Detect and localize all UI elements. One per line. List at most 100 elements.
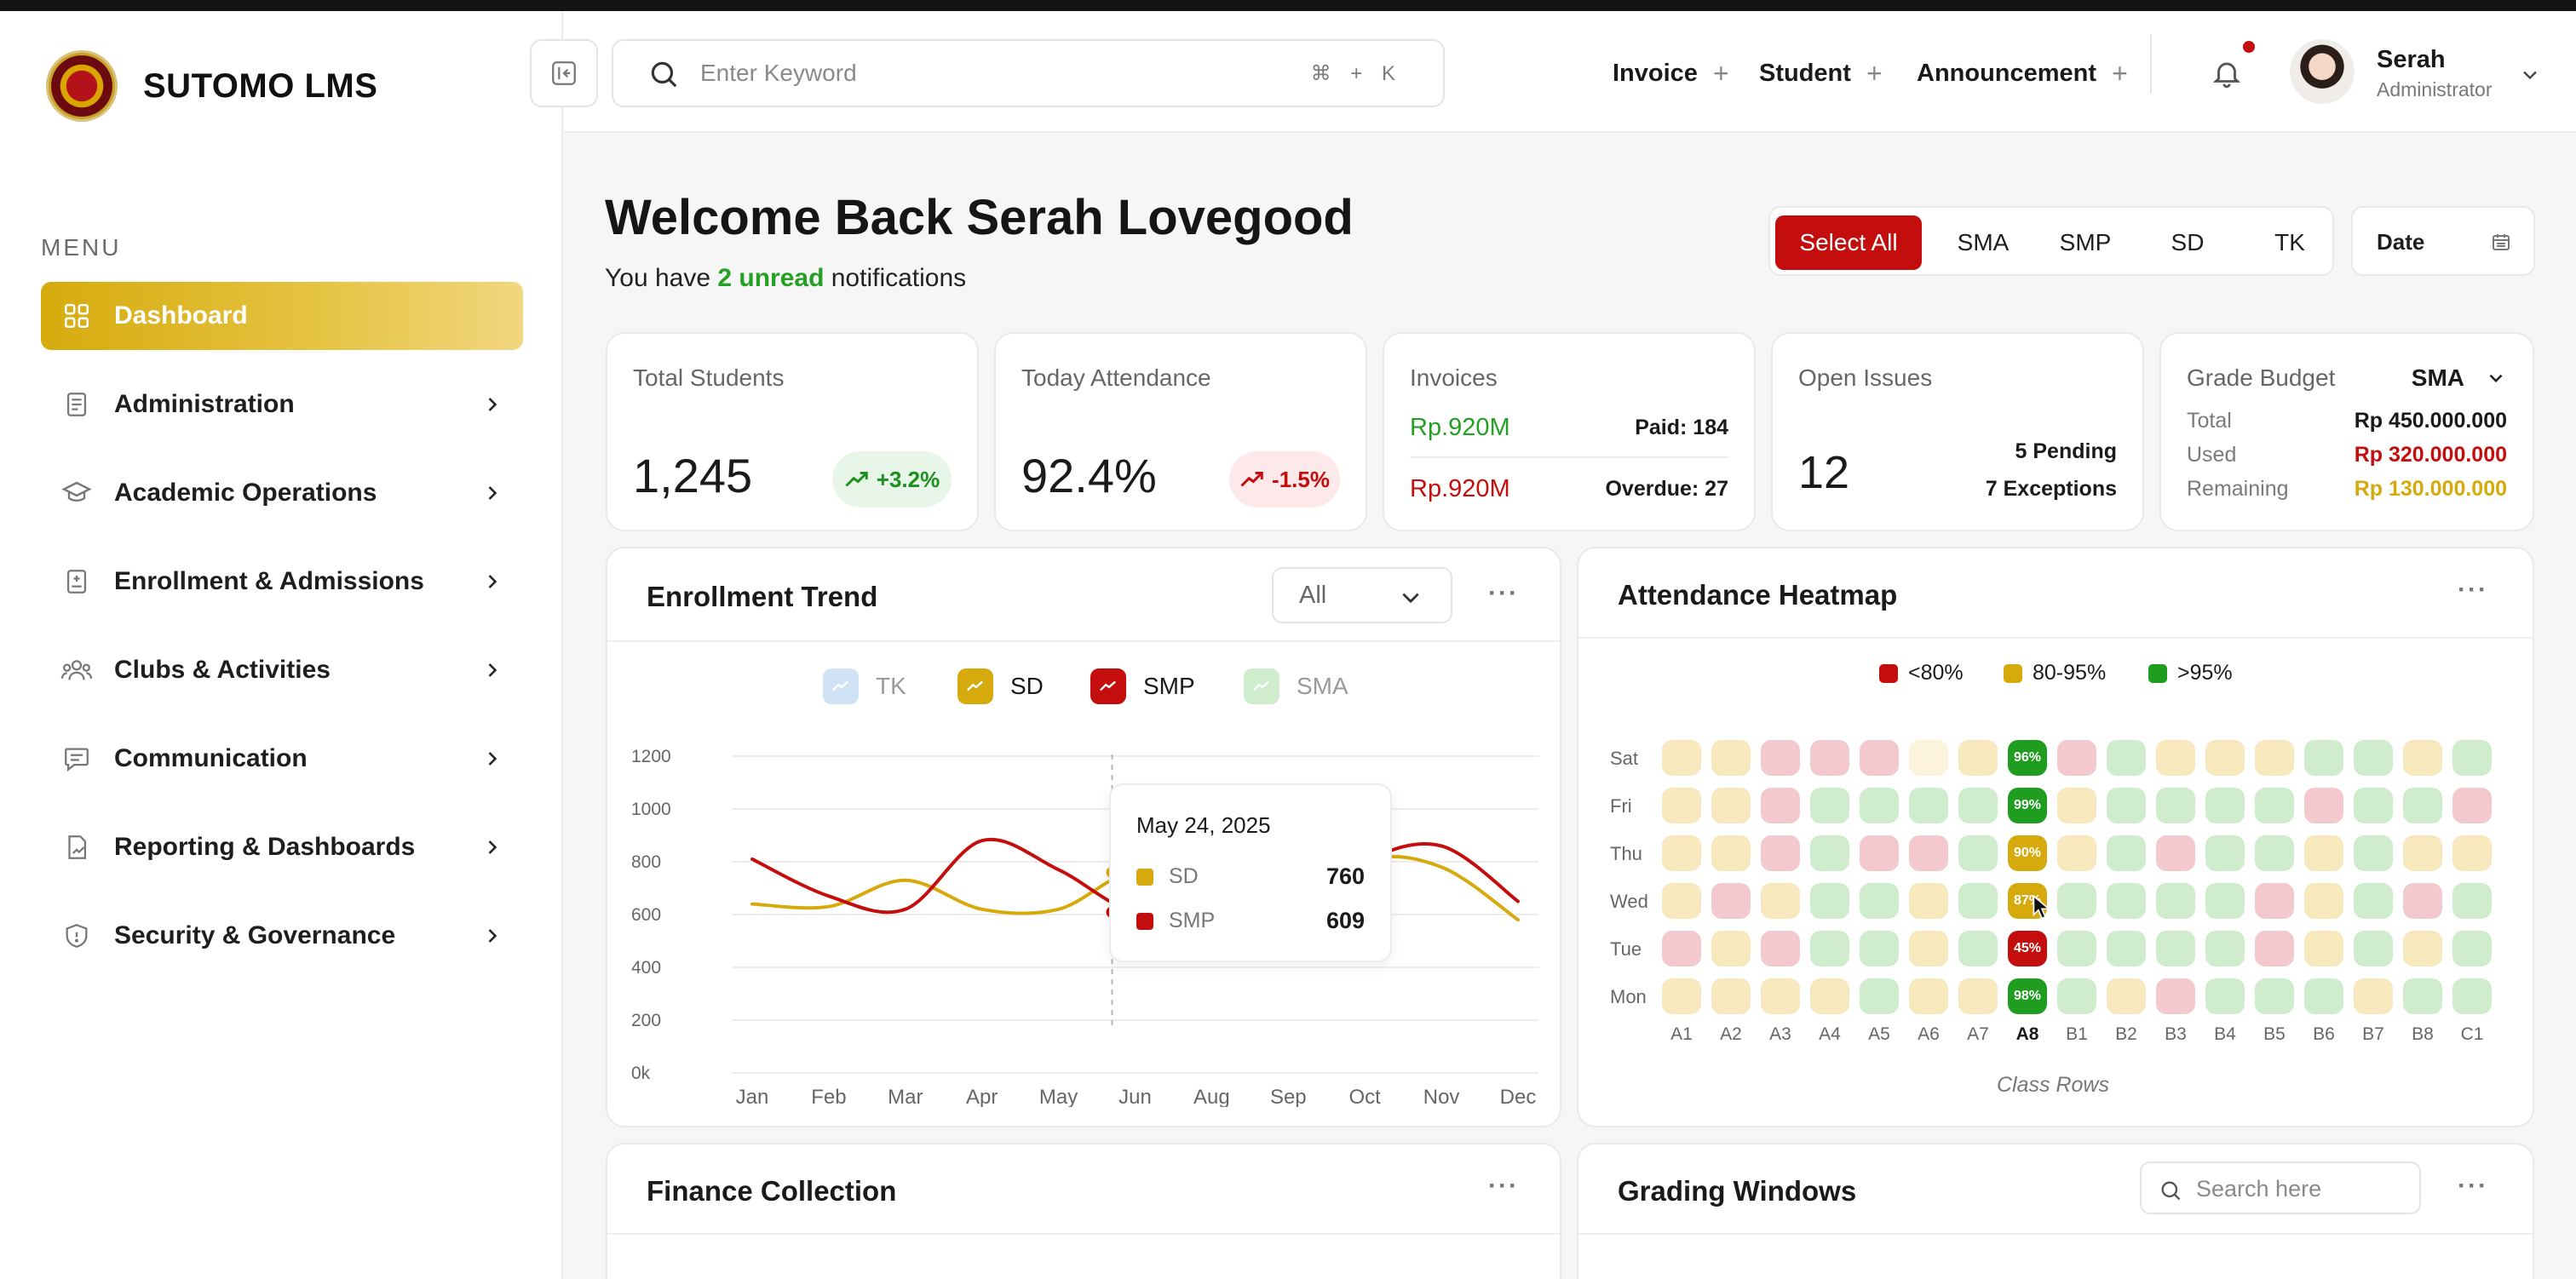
filter-sma[interactable]: SMA bbox=[1937, 215, 2029, 270]
sidebar-item-security[interactable]: Security & Governance bbox=[41, 902, 523, 970]
heatmap-cell[interactable] bbox=[2403, 835, 2442, 871]
heatmap-cell[interactable] bbox=[1761, 835, 1800, 871]
more-options-button[interactable]: ··· bbox=[1488, 579, 1519, 608]
heatmap-cell[interactable] bbox=[2304, 788, 2343, 823]
enrollment-filter-dropdown[interactable]: All bbox=[1272, 567, 1452, 623]
heatmap-cell[interactable] bbox=[1711, 740, 1751, 776]
heatmap-cell[interactable] bbox=[2304, 978, 2343, 1014]
heatmap-cell[interactable] bbox=[2107, 978, 2146, 1014]
heatmap-cell[interactable] bbox=[2304, 883, 2343, 919]
heatmap-cell[interactable] bbox=[2156, 835, 2195, 871]
heatmap-cell[interactable] bbox=[2354, 978, 2393, 1014]
heatmap-cell[interactable] bbox=[2057, 883, 2096, 919]
legend-tk[interactable]: TK bbox=[823, 668, 906, 704]
legend-smp[interactable]: SMP bbox=[1090, 668, 1195, 704]
sidebar-item-communication[interactable]: Communication bbox=[41, 725, 523, 793]
heatmap-cell[interactable] bbox=[2304, 740, 2343, 776]
heatmap-cell[interactable] bbox=[1662, 740, 1701, 776]
heatmap-cell[interactable] bbox=[2255, 931, 2294, 966]
heatmap-cell[interactable] bbox=[2255, 883, 2294, 919]
quick-add-announcement[interactable]: Announcement + bbox=[1917, 58, 2128, 89]
heatmap-cell[interactable] bbox=[2107, 788, 2146, 823]
heatmap-cell[interactable] bbox=[2205, 883, 2245, 919]
quick-add-student[interactable]: Student + bbox=[1759, 58, 1883, 89]
quick-add-invoice[interactable]: Invoice + bbox=[1613, 58, 1729, 89]
legend-sma[interactable]: SMA bbox=[1244, 668, 1348, 704]
heatmap-cell[interactable] bbox=[1810, 788, 1849, 823]
heatmap-cell[interactable] bbox=[1860, 883, 1899, 919]
heatmap-cell[interactable]: 96% bbox=[2008, 740, 2047, 776]
sidebar-item-academic-operations[interactable]: Academic Operations bbox=[41, 459, 523, 527]
heatmap-cell[interactable] bbox=[1958, 740, 1998, 776]
heatmap-cell[interactable] bbox=[1761, 883, 1800, 919]
heatmap-cell[interactable] bbox=[2403, 931, 2442, 966]
sidebar-item-dashboard[interactable]: Dashboard bbox=[41, 282, 523, 350]
heatmap-cell[interactable] bbox=[2107, 835, 2146, 871]
heatmap-cell[interactable] bbox=[1958, 931, 1998, 966]
heatmap-cell[interactable] bbox=[1662, 978, 1701, 1014]
heatmap-cell[interactable] bbox=[1958, 835, 1998, 871]
budget-level-select[interactable]: SMA bbox=[2412, 364, 2507, 392]
school-logo[interactable] bbox=[46, 50, 118, 122]
heatmap-cell[interactable] bbox=[1711, 835, 1751, 871]
heatmap-cell[interactable] bbox=[1662, 883, 1701, 919]
heatmap-cell[interactable] bbox=[1761, 740, 1800, 776]
heatmap-cell[interactable] bbox=[1958, 883, 1998, 919]
grading-search-input[interactable] bbox=[2196, 1175, 2409, 1202]
sidebar-item-administration[interactable]: Administration bbox=[41, 370, 523, 439]
heatmap-cell[interactable] bbox=[1810, 740, 1849, 776]
sidebar-item-reporting[interactable]: Reporting & Dashboards bbox=[41, 813, 523, 881]
heatmap-cell[interactable] bbox=[1761, 978, 1800, 1014]
kpi-open-issues[interactable]: Open Issues 12 5 Pending 7 Exceptions bbox=[1771, 332, 2144, 531]
heatmap-cell[interactable] bbox=[1711, 883, 1751, 919]
heatmap-cell[interactable] bbox=[2354, 883, 2393, 919]
heatmap-cell[interactable] bbox=[1958, 788, 1998, 823]
heatmap-cell[interactable] bbox=[1810, 883, 1849, 919]
filter-tk[interactable]: TK bbox=[2244, 215, 2336, 270]
heatmap-cell[interactable]: 90% bbox=[2008, 835, 2047, 871]
heatmap-cell[interactable] bbox=[2255, 788, 2294, 823]
heatmap-cell[interactable] bbox=[1810, 978, 1849, 1014]
heatmap-cell[interactable] bbox=[2354, 931, 2393, 966]
heatmap-cell[interactable] bbox=[1909, 740, 1948, 776]
enrollment-line-chart[interactable]: 0k 200 400 600 800 1000 1200 Jan Feb Mar Apr May Jun… bbox=[606, 732, 1561, 1107]
collapse-sidebar-button[interactable] bbox=[530, 39, 598, 107]
heatmap-cell[interactable] bbox=[2452, 740, 2492, 776]
grading-search[interactable] bbox=[2140, 1161, 2421, 1214]
heatmap-cell[interactable] bbox=[1958, 978, 1998, 1014]
heatmap-cell[interactable] bbox=[2205, 931, 2245, 966]
heatmap-cell[interactable] bbox=[1711, 978, 1751, 1014]
heatmap-cell[interactable]: 98% bbox=[2008, 978, 2047, 1014]
heatmap-cell[interactable] bbox=[1761, 931, 1800, 966]
heatmap-cell[interactable] bbox=[2057, 931, 2096, 966]
legend-sd[interactable]: SD bbox=[957, 668, 1044, 704]
heatmap-cell[interactable] bbox=[2452, 978, 2492, 1014]
more-options-button[interactable]: ··· bbox=[2458, 576, 2488, 605]
kpi-today-attendance[interactable]: Today Attendance 92.4% -1.5% bbox=[994, 332, 1367, 531]
heatmap-cell[interactable] bbox=[2107, 740, 2146, 776]
unread-count-link[interactable]: 2 unread bbox=[717, 264, 824, 292]
avatar[interactable] bbox=[2290, 39, 2355, 104]
heatmap-cell[interactable] bbox=[1810, 835, 1849, 871]
heatmap-cell[interactable] bbox=[2057, 740, 2096, 776]
heatmap-cell[interactable] bbox=[1909, 883, 1948, 919]
heatmap-cell[interactable] bbox=[1711, 931, 1751, 966]
heatmap-cell[interactable] bbox=[1860, 835, 1899, 871]
heatmap-cell[interactable] bbox=[1810, 931, 1849, 966]
heatmap-cell[interactable] bbox=[2205, 978, 2245, 1014]
heatmap-cell[interactable] bbox=[2205, 835, 2245, 871]
more-options-button[interactable]: ··· bbox=[2458, 1172, 2488, 1201]
heatmap-cell[interactable] bbox=[2156, 740, 2195, 776]
heatmap-cell[interactable] bbox=[2452, 835, 2492, 871]
heatmap-cell[interactable] bbox=[2304, 835, 2343, 871]
heatmap-cell[interactable] bbox=[2057, 835, 2096, 871]
date-picker[interactable]: Date bbox=[2351, 206, 2535, 276]
heatmap-cell[interactable] bbox=[2452, 788, 2492, 823]
heatmap-cell[interactable] bbox=[2403, 740, 2442, 776]
heatmap-cell[interactable] bbox=[2403, 978, 2442, 1014]
heatmap-cell[interactable] bbox=[2354, 835, 2393, 871]
heatmap-cell[interactable] bbox=[2354, 788, 2393, 823]
global-search[interactable]: ⌘ + K bbox=[612, 39, 1445, 107]
heatmap-cell[interactable] bbox=[1909, 788, 1948, 823]
heatmap-cell[interactable] bbox=[2452, 883, 2492, 919]
